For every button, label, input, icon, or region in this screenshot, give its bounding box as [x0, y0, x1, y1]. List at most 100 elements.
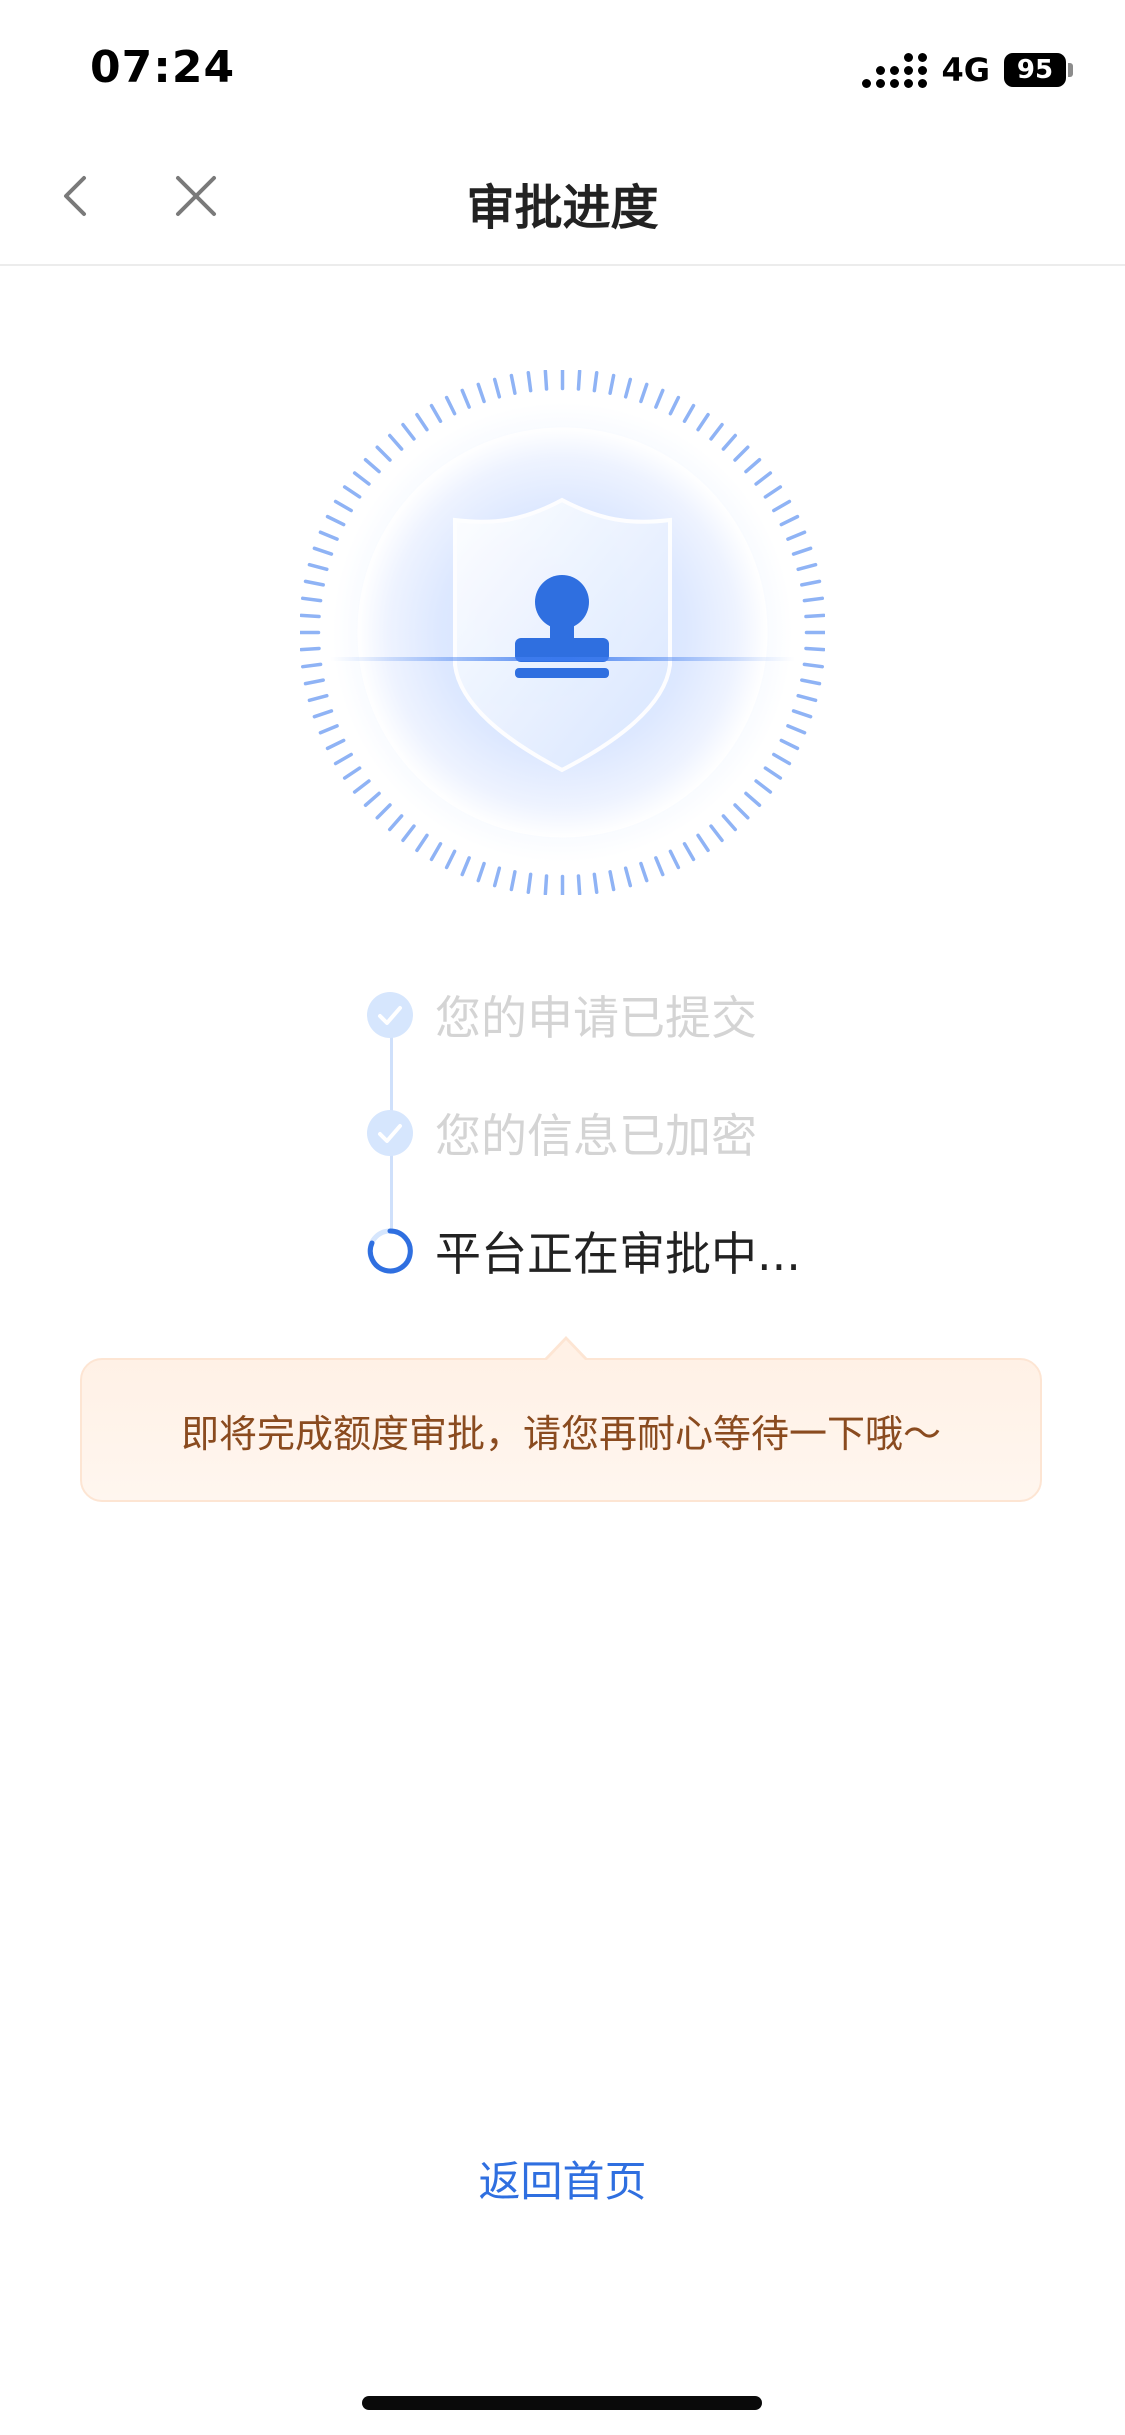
tick-mark — [342, 485, 362, 499]
tick-mark — [668, 849, 681, 870]
shield-stamp-icon — [298, 368, 827, 897]
tick-mark — [786, 724, 807, 735]
battery-level: 95 — [1016, 55, 1054, 85]
tick-mark — [526, 872, 533, 895]
status-time: 07:24 — [90, 42, 236, 93]
step-label: 您的申请已提交 — [435, 991, 757, 1045]
tick-mark — [415, 833, 429, 853]
step-reviewing: 平台正在审批中... — [365, 1221, 801, 1281]
tick-mark — [623, 377, 633, 399]
tick-mark — [709, 824, 724, 843]
tick-mark — [772, 752, 792, 766]
tick-mark — [592, 872, 599, 895]
tick-mark — [800, 579, 822, 587]
tick-mark — [721, 814, 737, 832]
check-circle-icon — [367, 992, 413, 1038]
approval-illustration — [298, 368, 827, 897]
tick-mark — [800, 678, 822, 686]
tick-mark — [696, 412, 710, 432]
tip-arrow-fill — [546, 1340, 586, 1361]
tick-mark — [576, 369, 582, 391]
step-label: 您的信息已加密 — [435, 1109, 757, 1163]
progress-steps: 您的申请已提交 您的信息已加密 平台正在审批中... — [365, 985, 965, 1305]
tick-mark — [608, 870, 616, 892]
tick-mark — [786, 530, 807, 541]
tick-mark — [444, 395, 457, 416]
tick-mark — [709, 422, 724, 441]
tick-mark — [307, 562, 329, 572]
step-encrypted: 您的信息已加密 — [365, 1103, 757, 1163]
nav-bar: 审批进度 — [0, 130, 1125, 266]
tick-mark — [352, 471, 371, 486]
tick-mark — [592, 370, 599, 393]
tick-mark — [401, 824, 416, 843]
tick-mark — [299, 613, 321, 619]
tick-mark — [303, 579, 325, 587]
battery-icon: 95 — [1004, 53, 1073, 87]
tick-mark — [415, 412, 429, 432]
tick-mark — [388, 814, 404, 832]
tick-mark — [300, 596, 323, 603]
tick-mark — [333, 499, 353, 513]
tick-mark — [333, 752, 353, 766]
tick-mark — [804, 613, 826, 619]
tick-mark — [763, 485, 783, 499]
tick-mark — [543, 874, 549, 896]
home-indicator[interactable] — [362, 2396, 762, 2410]
tick-mark — [312, 546, 334, 556]
tick-mark — [460, 856, 471, 877]
tick-mark — [779, 738, 800, 751]
tip-text: 即将完成额度审批，请您再耐心等待一下哦～ — [180, 1411, 941, 1456]
tick-mark — [352, 779, 371, 794]
loading-spinner-icon — [367, 1228, 413, 1274]
tick-mark — [325, 514, 346, 527]
tick-mark — [401, 422, 416, 441]
network-type: 4G — [941, 51, 990, 89]
tick-mark — [733, 803, 750, 820]
tick-mark — [509, 870, 517, 892]
tick-mark — [744, 791, 762, 807]
tick-mark — [696, 833, 710, 853]
tick-mark — [804, 646, 826, 652]
tick-mark — [623, 866, 633, 888]
tick-mark — [526, 370, 533, 393]
tick-mark — [429, 842, 443, 862]
tick-mark — [668, 395, 681, 416]
tick-mark — [733, 445, 750, 462]
tick-mark — [796, 693, 818, 703]
tick-mark — [307, 693, 329, 703]
tick-mark — [802, 596, 825, 603]
tick-mark — [682, 842, 696, 862]
step-submitted: 您的申请已提交 — [365, 985, 757, 1045]
tick-mark — [791, 546, 813, 556]
tick-mark — [429, 403, 443, 423]
signal-icon — [862, 52, 928, 88]
tick-mark — [779, 514, 800, 527]
tick-mark — [363, 791, 381, 807]
tick-mark — [476, 861, 486, 883]
tick-mark — [744, 458, 762, 474]
tick-mark — [654, 388, 665, 409]
tick-mark — [375, 445, 392, 462]
tick-mark — [375, 803, 392, 820]
tick-mark — [300, 662, 323, 669]
tick-mark — [772, 499, 792, 513]
tick-mark — [543, 369, 549, 391]
tick-mark — [682, 403, 696, 423]
status-indicators: 4G 95 — [862, 50, 1073, 90]
tick-mark — [576, 874, 582, 896]
tick-mark — [312, 709, 334, 719]
step-label: 平台正在审批中... — [435, 1227, 801, 1281]
tick-mark — [342, 766, 362, 780]
tick-mark — [654, 856, 665, 877]
return-home-link[interactable]: 返回首页 — [0, 2148, 1125, 2209]
page-title: 审批进度 — [466, 180, 659, 236]
tip-bubble: 即将完成额度审批，请您再耐心等待一下哦～ — [80, 1358, 1042, 1502]
check-circle-icon — [367, 1110, 413, 1156]
tick-mark — [608, 373, 616, 395]
tick-mark — [388, 433, 404, 451]
tick-mark — [492, 377, 502, 399]
tick-mark — [639, 861, 649, 883]
tick-mark — [318, 530, 339, 541]
tick-mark — [754, 471, 773, 486]
